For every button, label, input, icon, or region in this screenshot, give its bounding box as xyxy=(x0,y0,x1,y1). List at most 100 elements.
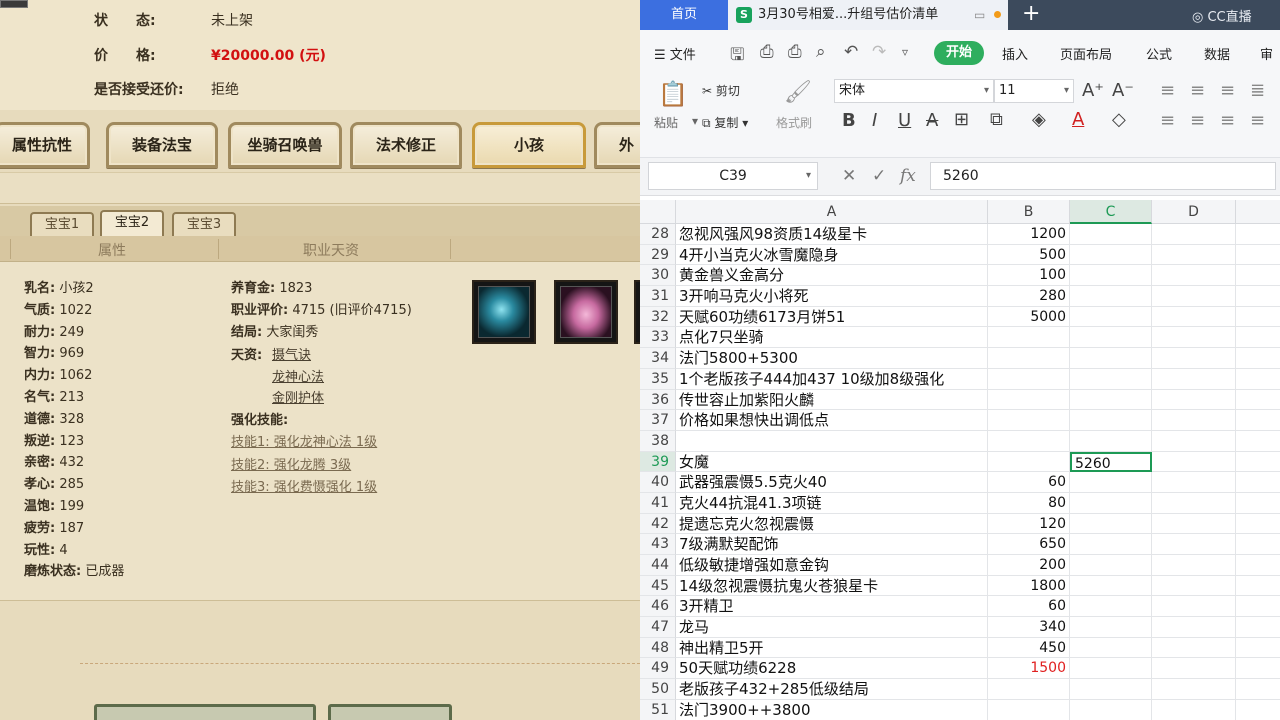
row-number[interactable]: 40 xyxy=(640,472,676,493)
cell-d[interactable] xyxy=(1152,389,1236,411)
cell-b[interactable]: 1200 xyxy=(988,224,1070,245)
cell-b[interactable]: 200 xyxy=(988,555,1070,576)
cell-d[interactable] xyxy=(1152,327,1236,349)
cell-d[interactable] xyxy=(1152,575,1236,597)
cell-c[interactable] xyxy=(1070,472,1152,493)
cell-c[interactable] xyxy=(1070,575,1152,597)
align-middle-icon[interactable]: ≡ xyxy=(1190,80,1205,101)
cell-a[interactable]: 7级满默契配饰 xyxy=(676,534,988,555)
strikethrough-icon[interactable]: A xyxy=(926,110,938,131)
cell-e[interactable] xyxy=(1236,617,1280,638)
enhance-skill-link[interactable]: 技能1: 强化龙神心法 1级 xyxy=(231,431,377,450)
row-number[interactable]: 47 xyxy=(640,617,676,638)
cell-d[interactable] xyxy=(1152,679,1236,700)
row-number[interactable]: 51 xyxy=(640,699,676,720)
align-center-icon[interactable]: ≡ xyxy=(1190,110,1205,131)
row-number[interactable]: 36 xyxy=(640,389,676,411)
cell-d[interactable] xyxy=(1152,534,1236,555)
cell-e[interactable] xyxy=(1236,390,1280,411)
cell-d[interactable] xyxy=(1152,555,1236,576)
cell-d[interactable] xyxy=(1152,410,1236,431)
cell-e[interactable] xyxy=(1236,534,1280,555)
name-box[interactable]: C39 ▾ xyxy=(648,162,818,190)
row-number[interactable]: 45 xyxy=(640,575,676,597)
cell-a[interactable]: 14级忽视震慑抗鬼火苍狼星卡 xyxy=(676,575,988,597)
cell-a[interactable]: 黄金兽义金高分 xyxy=(676,265,988,287)
cell-a[interactable]: 忽视风强风98资质14级星卡 xyxy=(676,224,988,245)
cell-a[interactable]: 4开小当克火冰雪魔隐身 xyxy=(676,244,988,266)
cell-a[interactable]: 武器强震慑5.5克火40 xyxy=(676,472,988,493)
cell-a[interactable]: 低级敏捷增强如意金钩 xyxy=(676,555,988,576)
cell-b[interactable]: 5000 xyxy=(988,306,1070,328)
cell-b[interactable] xyxy=(988,451,1070,473)
cell-d[interactable] xyxy=(1152,265,1236,287)
window-icon[interactable]: ▭ xyxy=(974,0,985,30)
cell-e[interactable] xyxy=(1236,245,1280,266)
cell-e[interactable] xyxy=(1236,472,1280,493)
cell-e[interactable] xyxy=(1236,410,1280,431)
cell-e[interactable] xyxy=(1236,596,1280,618)
fill-style-icon[interactable]: ⧉ xyxy=(990,109,1003,130)
row-number[interactable]: 48 xyxy=(640,637,676,659)
cell-a[interactable]: 法门5800+5300 xyxy=(676,348,988,369)
align-top-icon[interactable]: ≡ xyxy=(1160,80,1175,101)
decrease-font-icon[interactable]: A⁻ xyxy=(1112,80,1134,101)
cell-c[interactable] xyxy=(1070,492,1152,514)
cell-b[interactable] xyxy=(988,430,1070,452)
cell-d[interactable] xyxy=(1152,492,1236,514)
paste-dropdown-icon[interactable]: ▾ xyxy=(692,114,698,128)
redo-icon[interactable]: ↷ xyxy=(872,42,886,62)
justify-icon[interactable]: ≡ xyxy=(1250,110,1265,131)
cell-b[interactable] xyxy=(988,327,1070,349)
cell-e[interactable] xyxy=(1236,327,1280,349)
cell-a[interactable]: 天赋60功绩6173月饼51 xyxy=(676,306,988,328)
cell-c[interactable] xyxy=(1070,679,1152,700)
cell-e[interactable] xyxy=(1236,265,1280,287)
cell-d[interactable] xyxy=(1152,451,1236,473)
cell-b[interactable]: 650 xyxy=(988,534,1070,555)
align-right-icon[interactable]: ≡ xyxy=(1220,110,1235,131)
row-number[interactable]: 41 xyxy=(640,492,676,514)
cell-b[interactable]: 340 xyxy=(988,617,1070,638)
cell-a[interactable]: 价格如果想快出调低点 xyxy=(676,410,988,431)
cell-b[interactable]: 60 xyxy=(988,472,1070,493)
export-icon[interactable]: ⎙ xyxy=(760,42,774,62)
row-number[interactable]: 32 xyxy=(640,306,676,328)
row-number[interactable]: 38 xyxy=(640,430,676,452)
cell-e[interactable] xyxy=(1236,431,1280,452)
cell-e[interactable] xyxy=(1236,369,1280,390)
column-header-a[interactable]: A xyxy=(676,200,988,224)
formula-input[interactable]: 5260 xyxy=(930,162,1276,190)
undo-icon[interactable]: ↶ xyxy=(844,42,858,62)
cell-c[interactable] xyxy=(1070,410,1152,431)
cell-b[interactable] xyxy=(988,389,1070,411)
clear-format-icon[interactable]: ◇ xyxy=(1112,109,1126,130)
paste-button[interactable]: 粘贴 xyxy=(654,114,678,131)
game-button-right[interactable] xyxy=(328,704,452,720)
function-fx-icon[interactable]: fx xyxy=(900,166,916,186)
cell-d[interactable] xyxy=(1152,472,1236,493)
cell-c[interactable] xyxy=(1070,534,1152,555)
cell-b[interactable] xyxy=(988,410,1070,431)
cell-e[interactable] xyxy=(1236,700,1280,720)
increase-font-icon[interactable]: A⁺ xyxy=(1082,80,1104,101)
fill-color-icon[interactable]: ◈ xyxy=(1032,109,1046,130)
row-number[interactable]: 28 xyxy=(640,224,676,245)
row-number[interactable]: 50 xyxy=(640,679,676,700)
cell-c[interactable] xyxy=(1070,368,1152,390)
cell-a[interactable]: 传世容止加紫阳火麟 xyxy=(676,389,988,411)
cell-d[interactable] xyxy=(1152,430,1236,452)
cell-d[interactable] xyxy=(1152,224,1236,245)
cell-c[interactable] xyxy=(1070,617,1152,638)
home-tab[interactable]: 首页 xyxy=(640,0,728,30)
cell-c[interactable] xyxy=(1070,596,1152,618)
talent-link[interactable]: 摄气诀 xyxy=(272,344,311,363)
column-header-d[interactable]: D xyxy=(1152,200,1236,224)
cell-e[interactable] xyxy=(1236,493,1280,514)
cell-c[interactable] xyxy=(1070,513,1152,535)
column-header-b[interactable]: B xyxy=(988,200,1070,224)
talent-link[interactable]: 金刚护体 xyxy=(272,387,324,406)
confirm-icon[interactable]: ✓ xyxy=(872,166,886,186)
cell-a[interactable]: 克火44抗混41.3项链 xyxy=(676,492,988,514)
save-icon[interactable]: 🖫 xyxy=(730,42,744,71)
